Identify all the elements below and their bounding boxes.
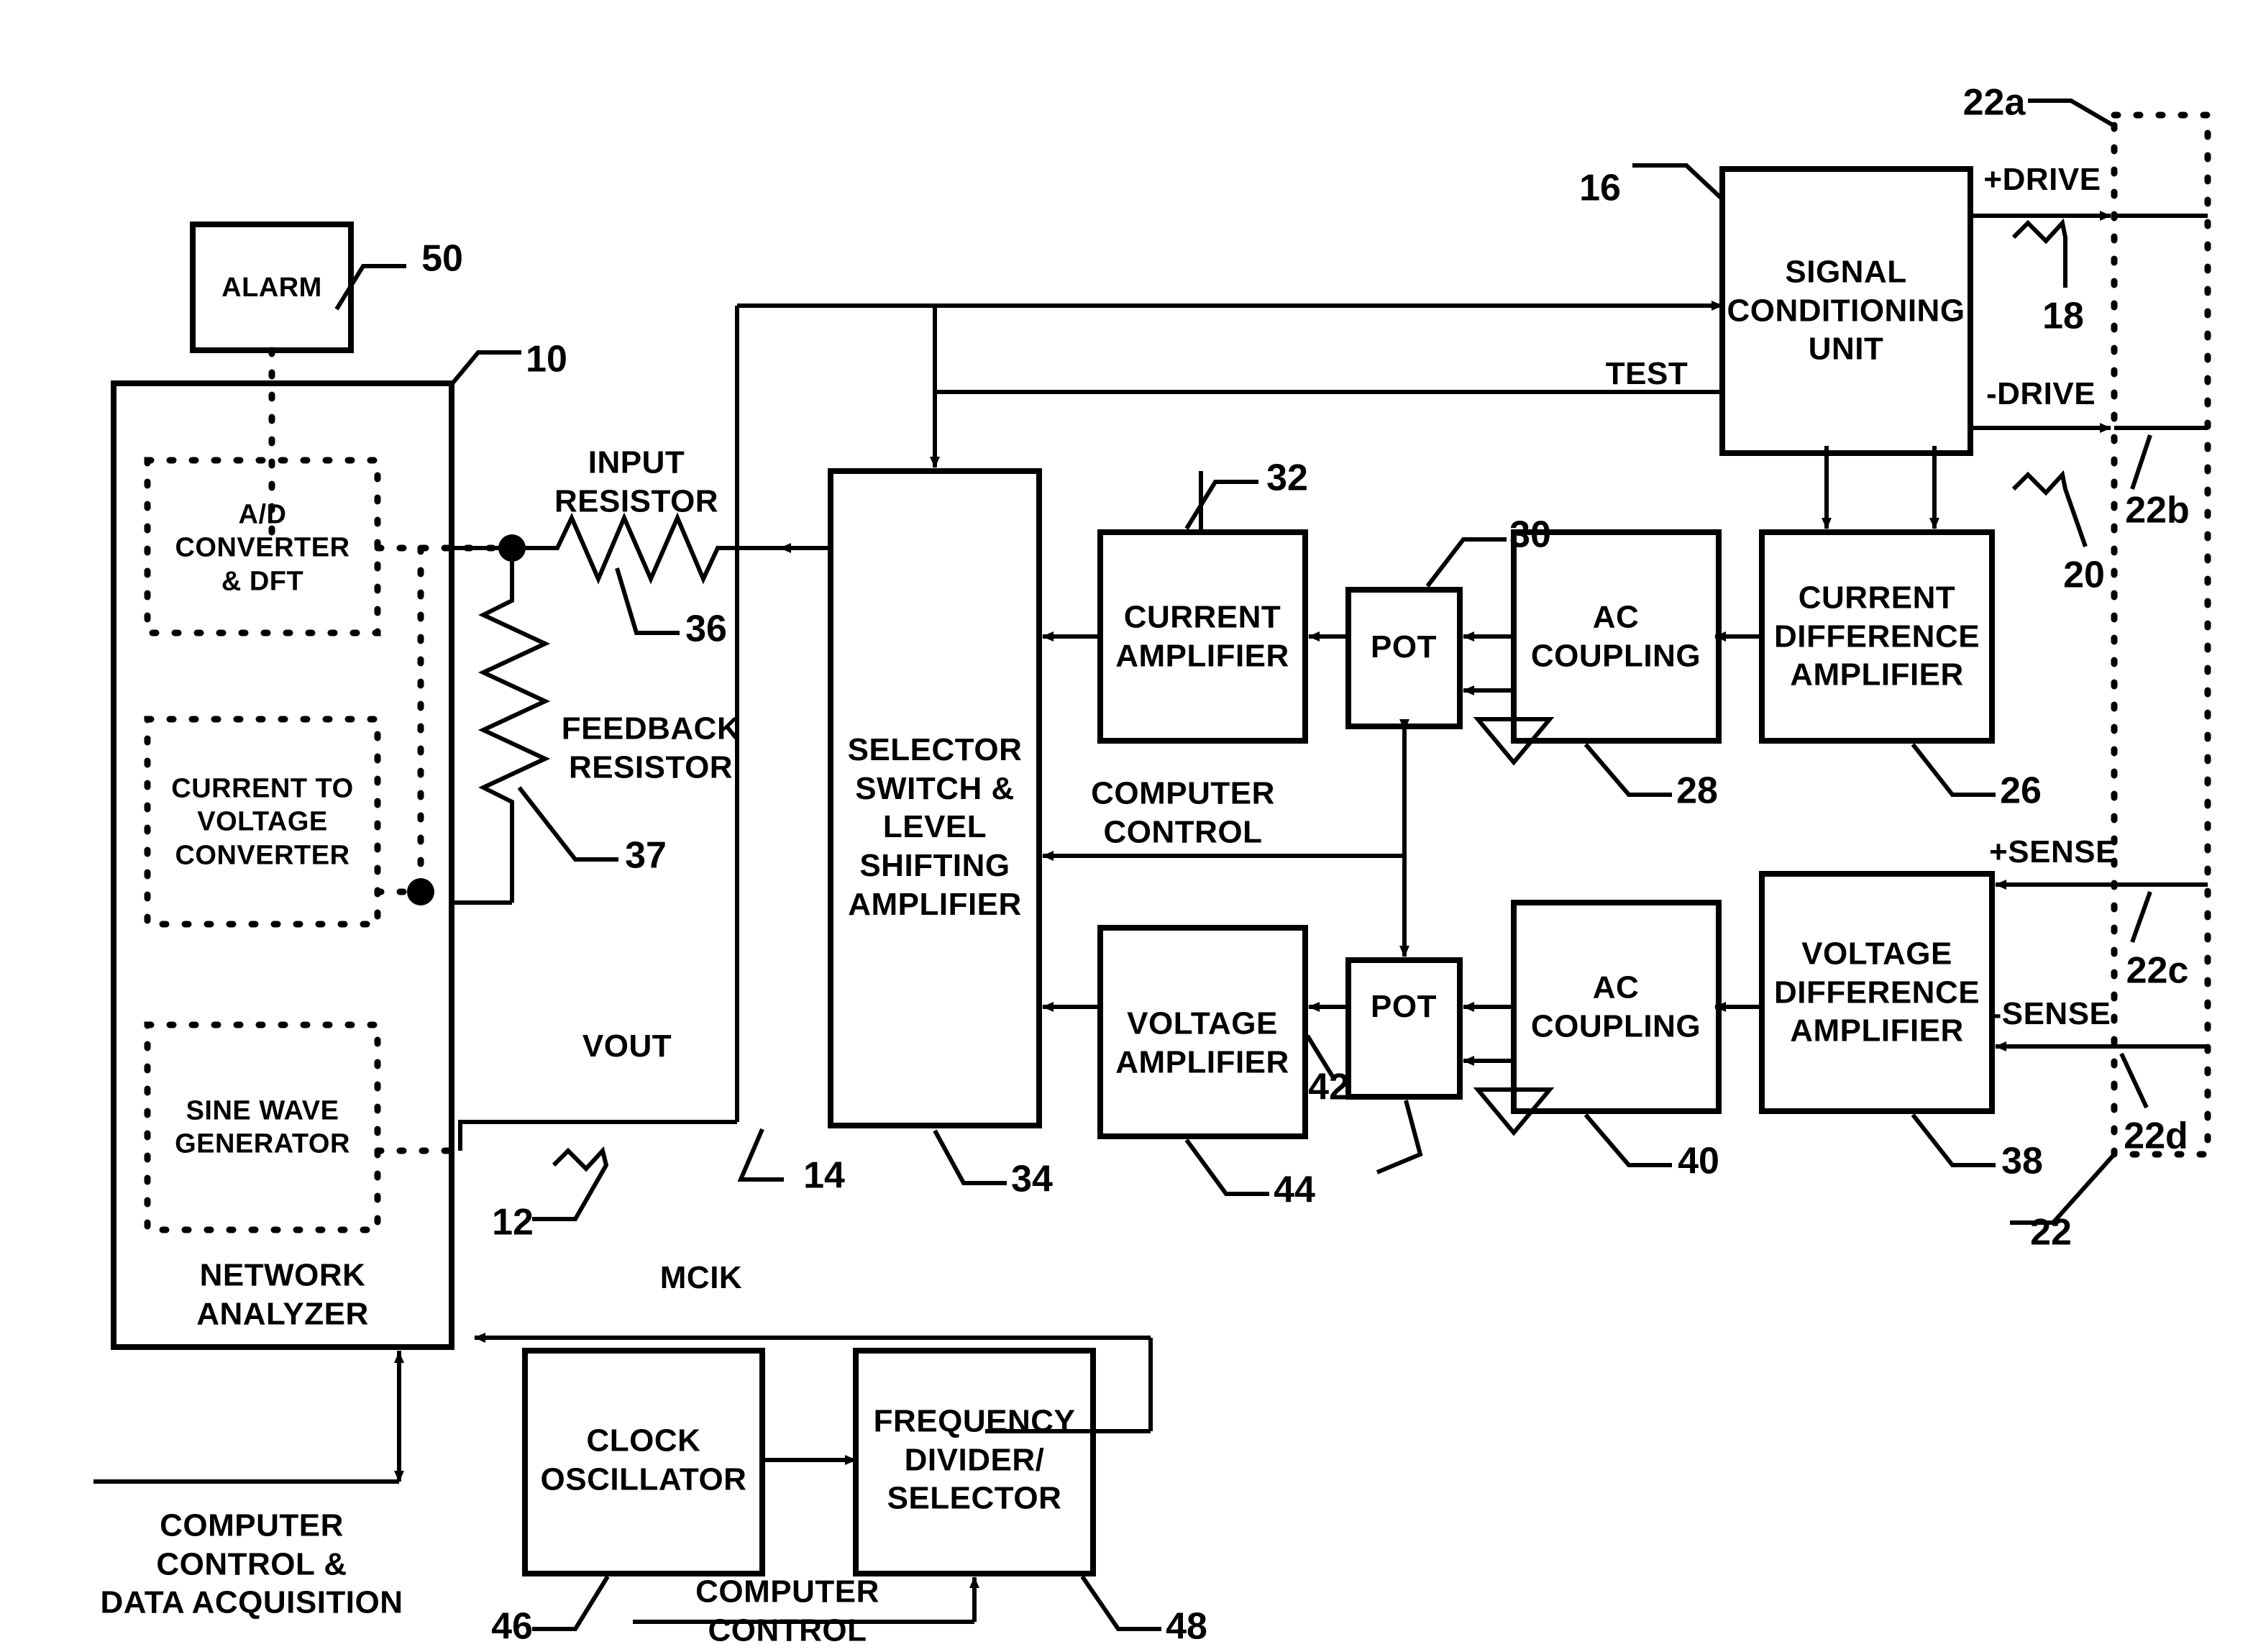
block-clock-oscillator: CLOCK OSCILLATOR (540, 1423, 747, 1497)
ref-32: 32 (1266, 457, 1308, 499)
ref-12: 12 (492, 1201, 534, 1243)
label-plus-drive: +DRIVE (1983, 162, 2101, 198)
ref-50: 50 (421, 237, 463, 280)
block-ad-converter-dft: A/D CONVERTER & DFT (175, 499, 350, 597)
block-sine-wave-generator: SINE WAVE GENERATOR (175, 1095, 350, 1159)
block-voltage-amplifier: VOLTAGE AMPLIFIER (1115, 1005, 1289, 1080)
ref-22b: 22b (2125, 489, 2190, 531)
label-feedback-resistor: FEEDBACK RESISTOR (561, 711, 741, 785)
ref-22d: 22d (2124, 1115, 2188, 1157)
label-computer-control-data-acquisition: COMPUTER CONTROL & DATA ACQUISITION (100, 1507, 403, 1620)
block-selector-switch-level-shifting-amplifier: SELECTOR SWITCH & LEVEL SHIFTING AMPLIFI… (847, 731, 1023, 922)
block-ac-coupling-voltage-path: AC COUPLING (1530, 969, 1701, 1044)
ref-14: 14 (803, 1154, 845, 1197)
ref-22c: 22c (2126, 949, 2189, 992)
ref-30: 30 (1509, 514, 1551, 556)
block-current-amplifier: CURRENT AMPLIFIER (1115, 599, 1289, 673)
block-pot-voltage-path: POT (1371, 989, 1437, 1025)
ref-26: 26 (2000, 770, 2042, 812)
block-signal-conditioning-unit: SIGNAL CONDITIONING UNIT (1727, 254, 1965, 367)
ref-40: 40 (1678, 1140, 1719, 1182)
label-test: TEST (1605, 356, 1688, 392)
block-alarm: ALARM (221, 272, 322, 303)
junction-dot-feedback (407, 878, 434, 905)
ref-22: 22 (2030, 1211, 2072, 1254)
block-pot-current-path: POT (1371, 629, 1437, 665)
ref-16: 16 (1579, 167, 1621, 209)
ref-37: 37 (625, 834, 667, 877)
ref-48: 48 (1166, 1605, 1207, 1648)
block-ac-coupling-current-path: AC COUPLING (1530, 599, 1701, 673)
ref-28: 28 (1676, 770, 1718, 812)
label-input-resistor: INPUT RESISTOR (554, 444, 719, 519)
label-vout: VOUT (582, 1028, 672, 1064)
ref-34: 34 (1011, 1158, 1053, 1200)
label-minus-drive: -DRIVE (1985, 376, 2096, 412)
label-computer-control-selector: COMPUTER CONTROL (1091, 775, 1275, 849)
ref-10: 10 (526, 338, 567, 380)
label-mclk: MCIK (659, 1260, 743, 1296)
block-network-analyzer: NETWORK ANALYZER (196, 1257, 369, 1331)
ref-22a: 22a (1962, 81, 2026, 124)
block-frequency-divider-selector: FREQUENCY DIVIDER/ SELECTOR (873, 1403, 1076, 1516)
junction-dot-input (498, 534, 526, 562)
ref-36: 36 (685, 608, 727, 650)
label-plus-sense: +SENSE (1989, 834, 2117, 870)
ref-38: 38 (2001, 1140, 2043, 1182)
ref-18: 18 (2042, 295, 2084, 337)
block-voltage-difference-amplifier: VOLTAGE DIFFERENCE AMPLIFIER (1773, 936, 1980, 1049)
diagram-canvas: ALARM A/D CONVERTER & DFT CURRENT TO VOL… (0, 0, 2253, 1652)
ref-46: 46 (491, 1605, 533, 1648)
ref-42: 42 (1308, 1066, 1350, 1108)
label-computer-control-divider: COMPUTER CONTROL (695, 1574, 879, 1648)
label-minus-sense: -SENSE (1991, 996, 2111, 1032)
ref-20: 20 (2063, 554, 2105, 596)
block-current-to-voltage-converter: CURRENT TO VOLTAGE CONVERTER (171, 773, 354, 871)
block-current-difference-amplifier: CURRENT DIFFERENCE AMPLIFIER (1773, 580, 1980, 693)
ref-44: 44 (1274, 1169, 1315, 1211)
